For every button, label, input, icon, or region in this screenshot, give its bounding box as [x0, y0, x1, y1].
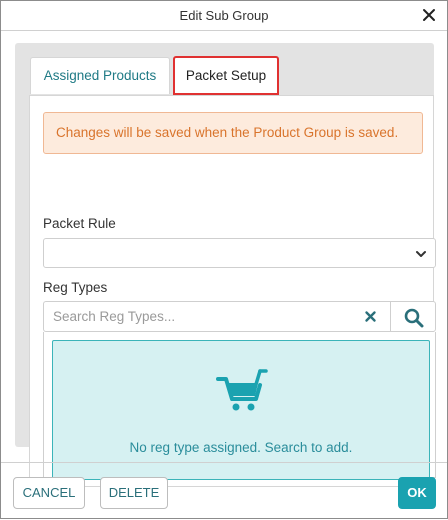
close-icon[interactable]	[420, 6, 438, 24]
edit-sub-group-dialog: Edit Sub Group Assigned Products Packet …	[0, 0, 448, 519]
reg-types-label: Reg Types	[43, 280, 108, 295]
tab-assigned-products[interactable]: Assigned Products	[30, 57, 170, 94]
unsaved-changes-alert: Changes will be saved when the Product G…	[43, 112, 423, 154]
tab-container: Assigned Products Packet Setup Changes w…	[15, 43, 436, 487]
cancel-button[interactable]: CANCEL	[13, 477, 85, 509]
search-icon	[404, 308, 424, 328]
shopping-cart-icon	[216, 369, 268, 411]
delete-button[interactable]: DELETE	[100, 477, 168, 509]
empty-state: No reg type assigned. Search to add.	[52, 340, 430, 480]
search-button[interactable]	[390, 301, 436, 332]
packet-rule-select[interactable]	[43, 238, 436, 268]
reg-types-search-input[interactable]	[43, 301, 390, 332]
dialog-footer: CANCEL DELETE OK	[1, 462, 447, 520]
packet-setup-panel: Changes will be saved when the Product G…	[29, 95, 436, 487]
chevron-down-icon	[416, 251, 426, 257]
reg-types-search-group	[43, 301, 436, 332]
reg-types-list: No reg type assigned. Search to add.	[43, 332, 436, 480]
packet-rule-label: Packet Rule	[43, 216, 116, 231]
dialog-title: Edit Sub Group	[179, 8, 269, 23]
dialog-titlebar: Edit Sub Group	[1, 1, 447, 31]
empty-state-message: No reg type assigned. Search to add.	[129, 440, 353, 455]
tab-packet-setup[interactable]: Packet Setup	[173, 56, 279, 95]
clear-x-icon[interactable]	[364, 310, 377, 323]
ok-button[interactable]: OK	[398, 477, 436, 509]
